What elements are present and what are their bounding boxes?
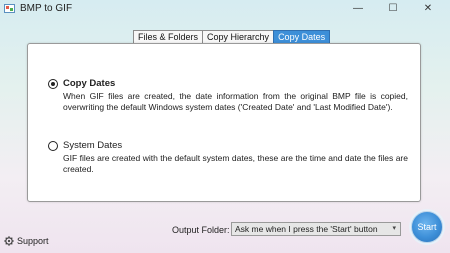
app-icon: [4, 4, 15, 13]
copy-dates-radio[interactable]: [48, 79, 58, 89]
copy-dates-description: When GIF files are created, the date inf…: [63, 91, 408, 112]
copy-dates-panel: Copy Dates When GIF files are created, t…: [27, 43, 421, 202]
gear-icon: [4, 236, 14, 246]
system-dates-radio[interactable]: [48, 141, 58, 151]
tab-files-folders[interactable]: Files & Folders: [133, 30, 204, 44]
output-folder-value: Ask me when I press the 'Start' button: [235, 224, 378, 234]
tab-bar: Files & Folders Copy Hierarchy Copy Date…: [133, 30, 331, 44]
window-title: BMP to GIF: [20, 3, 73, 14]
maximize-button[interactable]: ☐: [378, 0, 408, 17]
output-folder-select[interactable]: Ask me when I press the 'Start' button ▾: [231, 222, 401, 236]
system-dates-title[interactable]: System Dates: [63, 140, 122, 151]
support-label[interactable]: Support: [17, 236, 49, 246]
minimize-button[interactable]: —: [343, 0, 373, 17]
close-button[interactable]: ✕: [413, 0, 443, 17]
system-dates-description: GIF files are created with the default s…: [63, 153, 408, 174]
copy-dates-title[interactable]: Copy Dates: [63, 78, 115, 89]
start-button[interactable]: Start: [411, 211, 443, 243]
tab-copy-dates[interactable]: Copy Dates: [273, 30, 331, 44]
tab-copy-hierarchy[interactable]: Copy Hierarchy: [202, 30, 275, 44]
title-bar: BMP to GIF — ☐ ✕: [0, 0, 450, 17]
chevron-down-icon: ▾: [392, 225, 396, 232]
output-folder-label: Output Folder:: [172, 225, 230, 235]
support-link[interactable]: Support: [4, 236, 49, 246]
